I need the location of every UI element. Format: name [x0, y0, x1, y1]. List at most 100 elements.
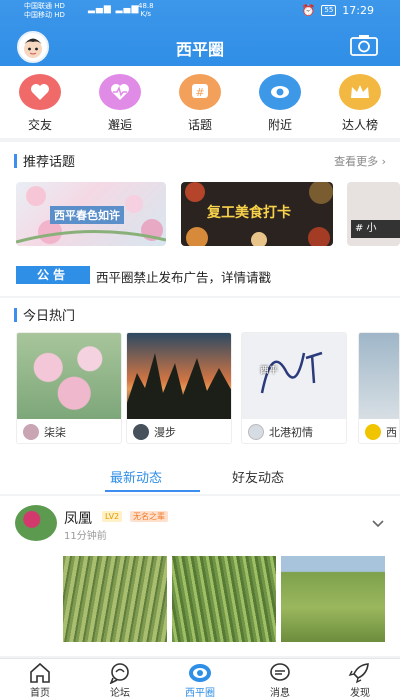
- hd-badge: HD: [54, 11, 65, 19]
- hot-card[interactable]: 西平 北港初情: [241, 332, 347, 444]
- hot-user: 柒柒: [44, 426, 66, 439]
- hot-meta: 西: [359, 419, 399, 443]
- topics-title: 推荐话题: [23, 155, 76, 170]
- topic-card-spring[interactable]: 西平春色如许: [16, 182, 166, 246]
- notice-tag: 公告: [16, 266, 90, 284]
- hot-header: 今日热门: [14, 305, 75, 324]
- nav-forum[interactable]: 论坛: [80, 659, 160, 700]
- net-speed-unit: K/s: [140, 10, 152, 18]
- hot-card[interactable]: 西: [358, 332, 400, 444]
- post-image[interactable]: [63, 556, 167, 642]
- hot-image: [359, 333, 399, 419]
- topics-more-link[interactable]: 查看更多 ›: [334, 153, 386, 169]
- nav-label: 论坛: [110, 688, 130, 699]
- hot-image: [127, 333, 231, 419]
- net-speed: 48.8 K/s: [138, 2, 154, 18]
- carrier-2: 中国移动: [24, 11, 52, 19]
- bottom-nav: 首页 论坛 西平圈 消息 发现: [0, 658, 400, 700]
- avatar: [248, 424, 264, 440]
- nav-home[interactable]: 首页: [0, 659, 80, 700]
- carrier-info: 中国联通 HD 中国移动 HD: [24, 2, 65, 20]
- avatar: [365, 424, 381, 440]
- level-badge: LV2: [102, 511, 123, 522]
- signal-icon: ▂▄▆ ▂▄▆: [88, 4, 140, 14]
- tabs-bar: [0, 452, 400, 494]
- hot-card[interactable]: 柒柒: [16, 332, 122, 444]
- top-header: 中国联通 HD 中国移动 HD ▂▄▆ ▂▄▆ 48.8 K/s ⏰ 55 17…: [0, 0, 400, 66]
- app-title: 西平圈: [175, 40, 224, 59]
- hot-meta: 柒柒: [17, 419, 121, 443]
- section-bar: [14, 153, 17, 168]
- topics-header: 推荐话题: [14, 151, 75, 170]
- home-icon: [30, 662, 50, 683]
- more-label: 查看更多: [334, 155, 379, 168]
- post-avatar[interactable]: [15, 505, 57, 541]
- quick-menu: 交友 邂逅 # 话题 附近 达人榜: [0, 66, 400, 138]
- post-image[interactable]: [172, 556, 276, 642]
- hot-user: 西: [386, 426, 397, 439]
- battery-icon: 55: [321, 5, 337, 16]
- quick-item-ranking[interactable]: 达人榜: [320, 66, 400, 138]
- location-eye-icon: [259, 74, 301, 110]
- nav-label: 首页: [30, 688, 50, 699]
- post-time: 11分钟前: [64, 531, 107, 542]
- alarm-icon: ⏰: [301, 4, 316, 17]
- camera-icon[interactable]: [350, 34, 378, 56]
- nav-label: 消息: [270, 688, 290, 699]
- hot-user: 北港初情: [269, 426, 313, 439]
- title-badge: 无名之辈: [130, 511, 168, 522]
- quick-item-friends[interactable]: 交友: [0, 66, 80, 138]
- hot-image: [17, 333, 121, 419]
- hot-title: 今日热门: [23, 309, 76, 324]
- quick-item-label: 交友: [27, 118, 52, 132]
- quick-item-encounter[interactable]: 邂逅: [80, 66, 160, 138]
- status-bar: 中国联通 HD 中国移动 HD ▂▄▆ ▂▄▆ 48.8 K/s ⏰ 55 17…: [0, 0, 400, 22]
- tab-indicator: [105, 490, 200, 492]
- nav-label: 发现: [350, 688, 370, 699]
- hd-badge: HD: [54, 2, 65, 10]
- notice-text[interactable]: 西平圈禁止发布广告，详情请戳: [96, 267, 271, 286]
- message-icon: [270, 663, 290, 681]
- tab-friends[interactable]: 好友动态: [232, 467, 284, 486]
- post-author[interactable]: 凤凰: [64, 508, 92, 528]
- post-image[interactable]: [281, 556, 385, 642]
- nav-discover[interactable]: 发现: [320, 659, 400, 700]
- crown-icon: [339, 74, 381, 110]
- carrier-1: 中国联通: [24, 2, 52, 10]
- topic-card-food[interactable]: 复工美食打卡: [181, 182, 333, 246]
- avatar: [133, 424, 149, 440]
- location-eye-icon: [189, 664, 211, 682]
- topic-card-text: 西平春色如许: [50, 206, 124, 224]
- svg-text:#: #: [195, 86, 204, 99]
- chevron-right-icon: ›: [381, 155, 386, 168]
- topic-card-text: 复工美食打卡: [207, 205, 291, 221]
- net-speed-value: 48.8: [138, 2, 154, 10]
- heartbeat-icon: [99, 74, 141, 110]
- section-bar: [14, 307, 17, 322]
- quick-item-label: 附近: [267, 118, 292, 132]
- rocket-icon: [348, 663, 369, 684]
- hashtag-icon: #: [179, 74, 221, 110]
- clock: 17:29: [342, 4, 374, 17]
- avatar: [23, 424, 39, 440]
- status-right: ⏰ 55 17:29: [302, 4, 374, 17]
- tab-latest[interactable]: 最新动态: [110, 467, 162, 486]
- hot-meta: 漫步: [127, 419, 231, 443]
- quick-item-nearby[interactable]: 附近: [240, 66, 320, 138]
- hot-card[interactable]: 漫步: [126, 332, 232, 444]
- nav-circle[interactable]: 西平圈: [160, 659, 240, 700]
- hot-user: 漫步: [154, 426, 176, 439]
- hot-image: 西平: [242, 333, 346, 419]
- topic-card-text: # 小: [351, 220, 400, 238]
- forum-icon: [109, 663, 129, 684]
- chevron-down-icon[interactable]: [371, 513, 385, 528]
- hot-overlay-text: 西平: [260, 366, 279, 376]
- nav-label: 西平圈: [185, 688, 215, 699]
- quick-item-topics[interactable]: # 话题: [160, 66, 240, 138]
- heart-icon: [19, 74, 61, 110]
- hot-meta: 北港初情: [242, 419, 346, 443]
- quick-item-label: 话题: [187, 118, 212, 132]
- nav-messages[interactable]: 消息: [240, 659, 320, 700]
- quick-item-label: 邂逅: [107, 118, 132, 132]
- topic-card-partial[interactable]: # 小: [347, 182, 400, 246]
